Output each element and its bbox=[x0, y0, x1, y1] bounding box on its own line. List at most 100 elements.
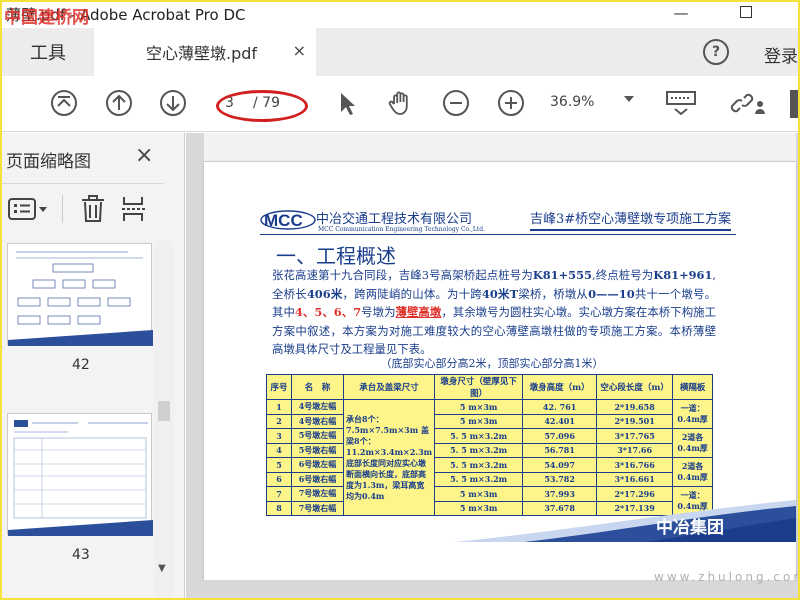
brand-text: 中冶集团 bbox=[656, 518, 724, 538]
table-header: 空心段长度（m） bbox=[596, 374, 674, 400]
table-row: 6 6号墩右幅 5. 5 m×3.2m 53.782 3*16.661 bbox=[266, 471, 713, 487]
svg-text:MCC: MCC bbox=[264, 211, 303, 230]
cell-size: 5. 5 m×3.2m bbox=[434, 428, 524, 444]
previous-page-icon[interactable] bbox=[104, 88, 134, 118]
select-cursor-icon[interactable] bbox=[332, 88, 362, 118]
table-header-row: 序号 名 称 承台及盖梁尺寸 墩身尺寸（壁厚见下图） 墩身高度（m） 空心段长度… bbox=[266, 374, 714, 400]
first-page-icon[interactable] bbox=[49, 88, 79, 118]
thumbnail-preview-page-42 bbox=[8, 251, 153, 346]
cell-height: 57.096 bbox=[522, 428, 598, 444]
thumbnail-scrollbar[interactable]: ▼ bbox=[154, 241, 174, 598]
table-row: 1 4号墩左幅 承台8个：7.5m×7.5m×3m 盖梁8个：11.2m×3.4… bbox=[266, 399, 714, 516]
thumbnail-preview-page-43 bbox=[8, 420, 153, 536]
panel-toolbar bbox=[2, 191, 182, 227]
cell-height: 56.781 bbox=[522, 442, 598, 458]
cell-name: 4号墩右幅 bbox=[291, 413, 344, 429]
next-page-icon[interactable] bbox=[158, 88, 188, 118]
tab-tools[interactable]: 工具 bbox=[2, 28, 94, 76]
more-tools-icon[interactable] bbox=[790, 90, 798, 118]
app-window: 薄壁.pdf - Adobe Acrobat Pro DC 中国建桥网 — 工具… bbox=[0, 0, 800, 600]
cell-height: 42. 761 bbox=[522, 399, 598, 415]
cell-hollow: 2*17.296 bbox=[596, 486, 674, 502]
page-thumbnail[interactable] bbox=[7, 413, 153, 536]
company-name-en: MCC Communication Engineering Technology… bbox=[318, 226, 485, 233]
keyboard-icon[interactable] bbox=[664, 88, 698, 118]
cell-hollow: 3*17.66 bbox=[596, 442, 674, 458]
tab-close-icon[interactable]: × bbox=[293, 41, 306, 60]
table-caption: （底部实心部分高2米，顶部实心部分高1米） bbox=[380, 357, 604, 370]
header-rule bbox=[260, 234, 736, 235]
maximize-button[interactable] bbox=[740, 6, 752, 18]
toolbar: 3 / 79 36.9% bbox=[2, 76, 798, 132]
span-length: 40米T bbox=[481, 286, 519, 301]
cell-height: 37.993 bbox=[522, 486, 598, 502]
overview-paragraph: 张花高速第十九合同段，吉峰3号高架桥起点桩号为K81+555,终点桩号为K81+… bbox=[272, 266, 716, 359]
footer-watermark: www.zhulong.com bbox=[654, 570, 800, 584]
company-name-cn: 中冶交通工程技术有限公司 bbox=[316, 212, 473, 227]
cell-height: 53.782 bbox=[522, 471, 598, 487]
start-stake: K81+555 bbox=[532, 268, 592, 282]
cell-hollow: 2*19.501 bbox=[596, 413, 674, 429]
cell-name: 7号墩右幅 bbox=[291, 500, 344, 516]
thumbnail-label: 42 bbox=[72, 357, 90, 373]
cell-name: 5号墩左幅 bbox=[291, 428, 344, 444]
minimize-button[interactable]: — bbox=[670, 4, 692, 24]
cell-size: 5. 5 m×3.2m bbox=[434, 471, 524, 487]
table-row: 2 4号墩右幅 5 m×3m 42.401 2*19.501 bbox=[266, 413, 713, 429]
cell-no: 5 bbox=[266, 457, 292, 473]
cell-no: 7 bbox=[266, 486, 292, 502]
cell-no: 8 bbox=[266, 500, 292, 516]
help-icon[interactable]: ? bbox=[703, 39, 729, 65]
panel-divider bbox=[2, 183, 164, 184]
cell-hollow: 3*16.661 bbox=[596, 471, 674, 487]
tab-document[interactable]: 空心薄壁墩.pdf × bbox=[94, 28, 316, 76]
cell-name: 5号墩右幅 bbox=[291, 442, 344, 458]
cell-size: 5 m×3m bbox=[434, 413, 524, 429]
cell-name: 6号墩左幅 bbox=[291, 457, 344, 473]
text-segment: 梁桥，桥墩从 bbox=[518, 286, 589, 301]
footer-band-graphic bbox=[454, 500, 796, 542]
zoom-in-icon[interactable] bbox=[496, 88, 526, 118]
extract-pages-icon[interactable] bbox=[120, 194, 150, 224]
panel-close-icon[interactable]: × bbox=[135, 143, 153, 168]
cell-height: 54.097 bbox=[522, 457, 598, 473]
pier-ids: 4、5、6、7 bbox=[294, 305, 362, 319]
cell-size: 5. 5 m×3.2m bbox=[434, 457, 524, 473]
pier-type: 薄壁高墩 bbox=[395, 305, 442, 319]
site-watermark: 中国建桥网 bbox=[4, 8, 89, 28]
table-row: 4 5号墩右幅 5. 5 m×3.2m 56.781 3*17.66 bbox=[266, 442, 713, 458]
end-stake: K81+961 bbox=[653, 268, 713, 282]
text-segment: 号墩为 bbox=[361, 305, 396, 319]
cell-name: 6号墩右幅 bbox=[291, 471, 344, 487]
zoom-out-icon[interactable] bbox=[441, 88, 471, 118]
mcc-logo-icon: MCC bbox=[260, 210, 316, 230]
scroll-down-icon[interactable]: ▼ bbox=[158, 563, 166, 574]
hand-tool-icon[interactable] bbox=[386, 88, 416, 118]
login-button[interactable]: 登录 bbox=[764, 42, 798, 67]
thumbnail-label: 43 bbox=[72, 547, 90, 563]
cell-hollow: 2*19.658 bbox=[596, 399, 674, 415]
table-header: 墩身尺寸（壁厚见下图） bbox=[434, 374, 524, 400]
title-bar: 薄壁.pdf - Adobe Acrobat Pro DC 中国建桥网 — bbox=[2, 2, 798, 28]
scrollbar-thumb[interactable] bbox=[158, 401, 170, 421]
page-thumbnail[interactable] bbox=[7, 243, 153, 346]
panel-title: 页面缩略图 bbox=[6, 152, 91, 172]
table-header: 序号 bbox=[266, 374, 292, 400]
table-row: 7 7号墩左幅 5 m×3m 37.993 2*17.296 一道：0.4m厚 bbox=[266, 486, 714, 516]
cell-diaphragm: 2道各0.4m厚 bbox=[672, 428, 714, 458]
thumbnail-options-icon[interactable] bbox=[8, 197, 50, 221]
cell-size: 5 m×3m bbox=[434, 486, 524, 502]
cell-diaphragm: 2道各0.4m厚 bbox=[672, 457, 714, 487]
tab-bar: 工具 空心薄壁墩.pdf × ? 登录 bbox=[2, 28, 798, 76]
trash-icon[interactable] bbox=[80, 194, 106, 224]
table-header: 承台及盖梁尺寸 bbox=[342, 374, 436, 400]
table-header: 横隔板 bbox=[672, 374, 714, 400]
table-row: 5 6号墩左幅 5. 5 m×3.2m 54.097 3*16.766 2道各0… bbox=[266, 457, 714, 487]
share-link-icon[interactable] bbox=[730, 88, 770, 118]
text-segment: 张花高速第十九合同段，吉峰3号高架桥起点桩号为 bbox=[272, 268, 533, 282]
tab-document-label: 空心薄壁墩.pdf bbox=[146, 44, 258, 63]
text-segment: ，跨两陡峭的山体。为十跨 bbox=[342, 286, 482, 301]
cell-size: 5 m×3m bbox=[434, 399, 524, 415]
cell-no: 1 bbox=[266, 399, 292, 415]
zoom-dropdown[interactable]: 36.9% bbox=[550, 94, 640, 114]
